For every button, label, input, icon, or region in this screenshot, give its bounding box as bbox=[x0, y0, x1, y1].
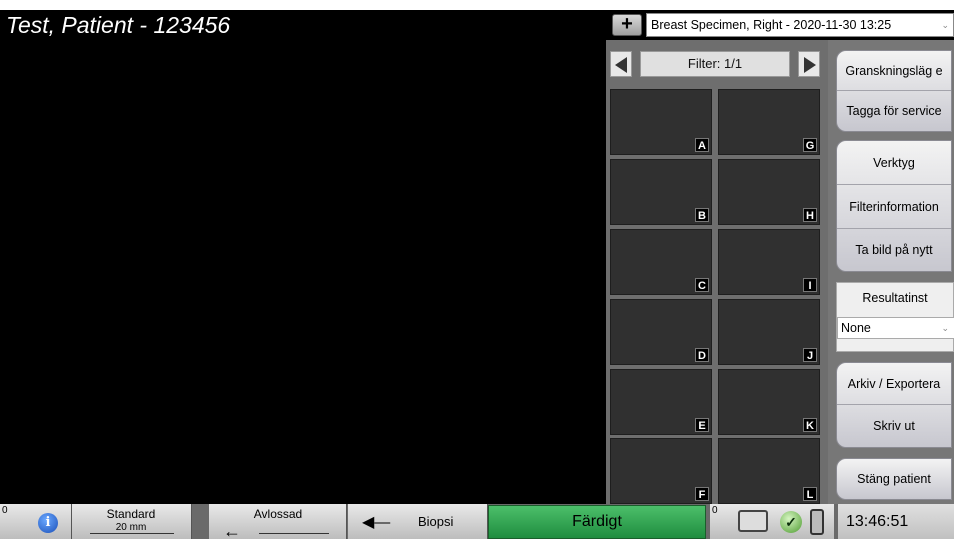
archive-export-button[interactable]: Arkiv / Exportera bbox=[837, 363, 951, 405]
info-count: 0 bbox=[2, 505, 8, 516]
thumbnail-b[interactable]: B bbox=[610, 159, 712, 225]
thumbnail-label: K bbox=[803, 418, 817, 432]
retake-image-button[interactable]: Ta bild på nytt bbox=[837, 229, 951, 271]
filter-next-button[interactable] bbox=[798, 51, 820, 77]
status-bar: 0 i Standard 20 mm Avlossad ← ◀— Biopsi … bbox=[0, 504, 954, 539]
title-bar: Test, Patient - 123456 + Breast Specimen… bbox=[0, 10, 954, 40]
thumbnail-k[interactable]: K bbox=[718, 369, 820, 435]
right-sidebar: Granskningsläg e Tagga för service Verkt… bbox=[828, 40, 954, 504]
checkmark-icon[interactable]: ✓ bbox=[780, 511, 802, 533]
thumbnail-i[interactable]: I bbox=[718, 229, 820, 295]
archive-button-group: Arkiv / Exportera Skriv ut bbox=[836, 362, 952, 448]
device-status-icon[interactable] bbox=[810, 509, 824, 535]
close-patient-button[interactable]: Stäng patient bbox=[837, 459, 951, 499]
queue-count: 0 bbox=[712, 505, 718, 516]
thumbnail-d[interactable]: D bbox=[610, 299, 712, 365]
thumbnail-h[interactable]: H bbox=[718, 159, 820, 225]
thumbnail-panel: Filter: 1/1 A G B H C I D J E K F L bbox=[606, 40, 828, 504]
thumbnail-g[interactable]: G bbox=[718, 89, 820, 155]
filter-info-button[interactable]: Filterinformation bbox=[837, 185, 951, 229]
study-select[interactable]: Breast Specimen, Right - 2020-11-30 13:2… bbox=[646, 13, 954, 37]
print-button[interactable]: Skriv ut bbox=[837, 405, 951, 447]
release-cell[interactable]: Avlossad ← bbox=[209, 504, 347, 539]
thumbnail-label: I bbox=[803, 278, 817, 292]
thumbnail-label: F bbox=[695, 487, 709, 501]
thumbnail-label: C bbox=[695, 278, 709, 292]
study-select-value: Breast Specimen, Right - 2020-11-30 13:2… bbox=[651, 18, 892, 32]
thumbnail-label: G bbox=[803, 138, 817, 152]
patient-title: Test, Patient - 123456 bbox=[6, 12, 231, 38]
review-mode-button[interactable]: Granskningsläg e bbox=[837, 51, 951, 91]
thumbnail-label: E bbox=[695, 418, 709, 432]
thumbnail-label: H bbox=[803, 208, 817, 222]
thumbnail-label: D bbox=[695, 348, 709, 362]
paddle-icon bbox=[90, 530, 174, 534]
done-button[interactable]: Färdigt bbox=[488, 505, 706, 539]
result-panel: Resultatinst None ⌄ bbox=[836, 282, 954, 352]
review-button-group: Granskningsläg e Tagga för service bbox=[836, 50, 952, 132]
thumbnail-f[interactable]: F bbox=[610, 438, 712, 504]
thumbnail-c[interactable]: C bbox=[610, 229, 712, 295]
thumbnail-label: L bbox=[803, 487, 817, 501]
compression-mode-cell[interactable]: Standard 20 mm bbox=[72, 504, 192, 539]
biopsy-cell[interactable]: ◀— Biopsi bbox=[348, 504, 488, 539]
result-select-value: None bbox=[841, 321, 871, 335]
tools-button[interactable]: Verktyg bbox=[837, 141, 951, 185]
thumbnail-j[interactable]: J bbox=[718, 299, 820, 365]
thumbnail-label: A bbox=[695, 138, 709, 152]
image-viewer[interactable] bbox=[0, 40, 606, 504]
thumbnail-e[interactable]: E bbox=[610, 369, 712, 435]
filter-prev-button[interactable] bbox=[610, 51, 632, 77]
paddle-icon bbox=[259, 530, 329, 534]
result-select[interactable]: None ⌄ bbox=[837, 317, 954, 339]
tag-for-service-button[interactable]: Tagga för service bbox=[837, 91, 951, 131]
thumbnail-a[interactable]: A bbox=[610, 89, 712, 155]
tools-button-group: Verktyg Filterinformation Ta bild på nyt… bbox=[836, 140, 952, 272]
thumbnail-label: B bbox=[695, 208, 709, 222]
biopsy-icon: ◀— bbox=[362, 514, 391, 531]
arrow-left-icon bbox=[615, 57, 627, 73]
info-cell[interactable]: 0 i bbox=[0, 504, 72, 539]
chevron-down-icon: ⌄ bbox=[941, 323, 949, 333]
close-patient-group: Stäng patient bbox=[836, 458, 952, 500]
info-icon: i bbox=[38, 513, 58, 533]
clock: 13:46:51 bbox=[838, 504, 954, 539]
release-label: Avlossad bbox=[253, 507, 303, 521]
add-study-button[interactable]: + bbox=[612, 14, 642, 36]
status-icons: 0 ✓ bbox=[710, 504, 834, 539]
media-queue-icon[interactable] bbox=[738, 510, 768, 532]
arrow-right-icon bbox=[804, 57, 816, 73]
compression-mode-label: Standard bbox=[106, 507, 156, 521]
filter-bar: Filter: 1/1 bbox=[610, 48, 822, 78]
result-label: Resultatinst bbox=[862, 291, 928, 305]
chevron-down-icon: ⌄ bbox=[941, 20, 949, 30]
arrow-left-icon: ← bbox=[223, 521, 241, 539]
filter-label: Filter: 1/1 bbox=[640, 51, 790, 77]
thumbnail-label: J bbox=[803, 348, 817, 362]
biopsy-label: Biopsi bbox=[418, 514, 454, 529]
thumbnail-l[interactable]: L bbox=[718, 438, 820, 504]
